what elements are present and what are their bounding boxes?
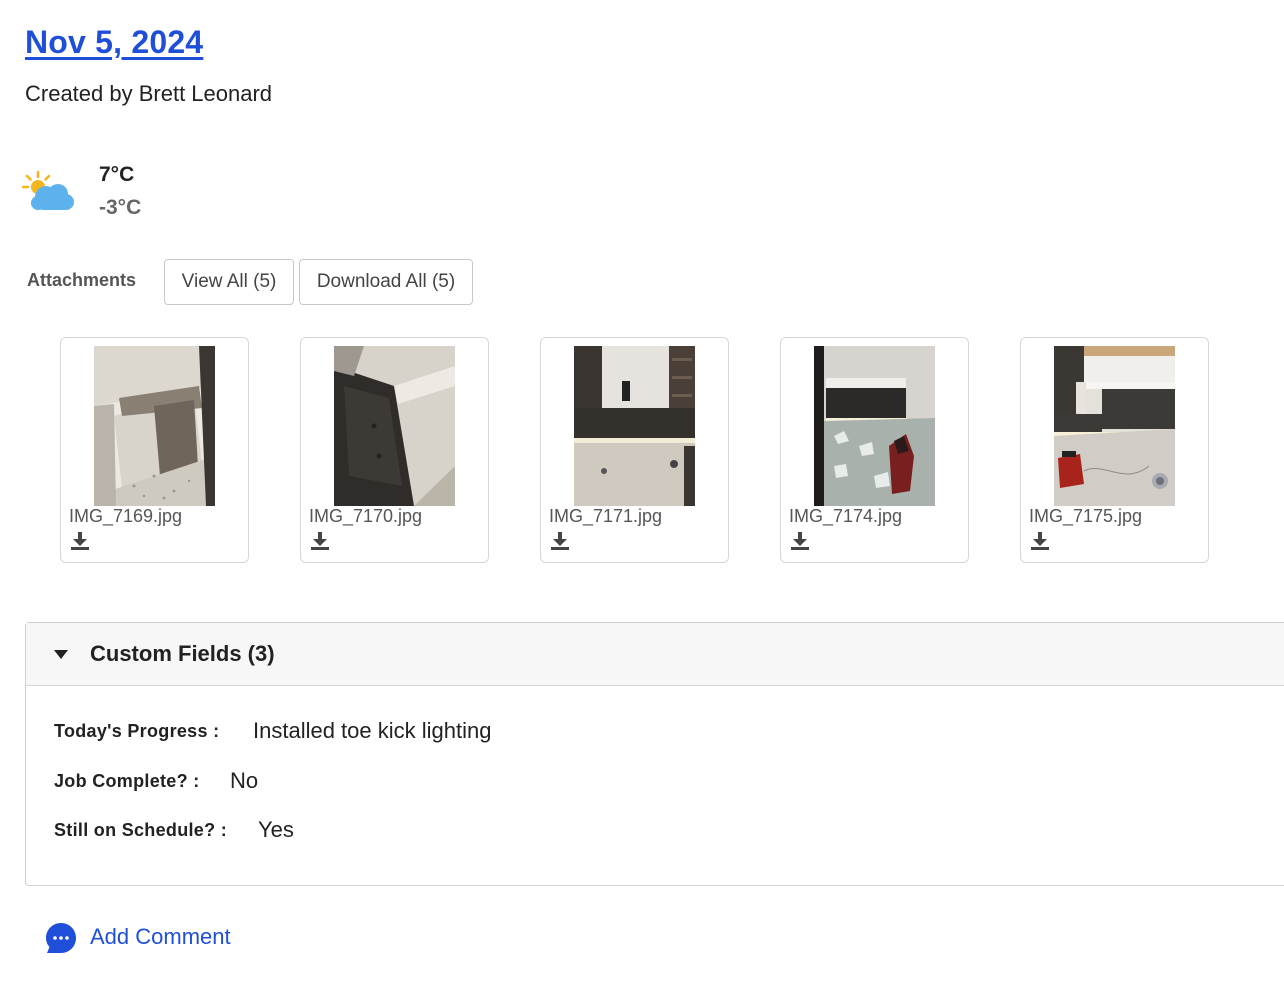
download-icon[interactable]	[310, 531, 330, 551]
custom-fields-title: Custom Fields (3)	[90, 641, 275, 666]
attachment-card[interactable]: IMG_7169.jpg	[60, 337, 249, 563]
download-icon[interactable]	[550, 531, 570, 551]
attachments-label: Attachments	[27, 270, 137, 290]
caret-down-icon[interactable]	[54, 650, 68, 660]
attachment-card[interactable]: IMG_7175.jpg	[1020, 337, 1209, 563]
attachment-card[interactable]: IMG_7174.jpg	[780, 337, 969, 563]
temperature-low: -3°C	[99, 196, 142, 219]
field-value: No	[230, 768, 259, 793]
add-comment-button[interactable]: Add Comment	[44, 920, 254, 956]
add-comment-label[interactable]: Add Comment	[90, 924, 231, 950]
field-value: Installed toe kick lighting	[253, 718, 492, 743]
download-icon[interactable]	[790, 531, 810, 551]
attachment-filename[interactable]: IMG_7174.jpg	[789, 506, 902, 527]
custom-fields-panel: Custom Fields (3) Today's Progress : Ins…	[25, 622, 1284, 886]
attachment-thumbnail-image[interactable]	[1054, 346, 1175, 506]
attachment-thumbnail-image[interactable]	[814, 346, 935, 506]
created-by-text: Created by Brett Leonard	[25, 81, 273, 106]
attachment-thumbnails: IMG_7169.jpg IMG_7170.jpg IMG_7171.jpg I…	[60, 337, 1220, 565]
attachment-filename[interactable]: IMG_7169.jpg	[69, 506, 182, 527]
weather-summary: 7°C -3°C	[22, 160, 222, 230]
comment-bubble-icon[interactable]	[44, 921, 78, 955]
attachment-thumbnail-image[interactable]	[94, 346, 215, 506]
daily-log-page: Nov 5, 2024 Created by Brett Leonard 7°C…	[0, 0, 1284, 982]
partly-cloudy-icon	[22, 170, 74, 210]
field-label: Still on Schedule? :	[54, 820, 228, 840]
temperature-high: 7°C	[99, 163, 135, 186]
log-date-link[interactable]: Nov 5, 2024	[25, 24, 203, 61]
attachment-card[interactable]: IMG_7171.jpg	[540, 337, 729, 563]
custom-fields-toggle[interactable]: Custom Fields (3)	[26, 623, 1284, 686]
attachment-filename[interactable]: IMG_7170.jpg	[309, 506, 422, 527]
attachment-thumbnail-image[interactable]	[574, 346, 695, 506]
field-label: Job Complete? :	[54, 771, 200, 791]
attachment-card[interactable]: IMG_7170.jpg	[300, 337, 489, 563]
download-icon[interactable]	[1030, 531, 1050, 551]
field-label: Today's Progress :	[54, 721, 220, 741]
field-value: Yes	[258, 817, 294, 842]
download-all-button[interactable]: Download All (5)	[299, 259, 473, 305]
attachment-filename[interactable]: IMG_7171.jpg	[549, 506, 662, 527]
view-all-button[interactable]: View All (5)	[164, 259, 294, 305]
attachment-thumbnail-image[interactable]	[334, 346, 455, 506]
download-icon[interactable]	[70, 531, 90, 551]
attachment-filename[interactable]: IMG_7175.jpg	[1029, 506, 1142, 527]
